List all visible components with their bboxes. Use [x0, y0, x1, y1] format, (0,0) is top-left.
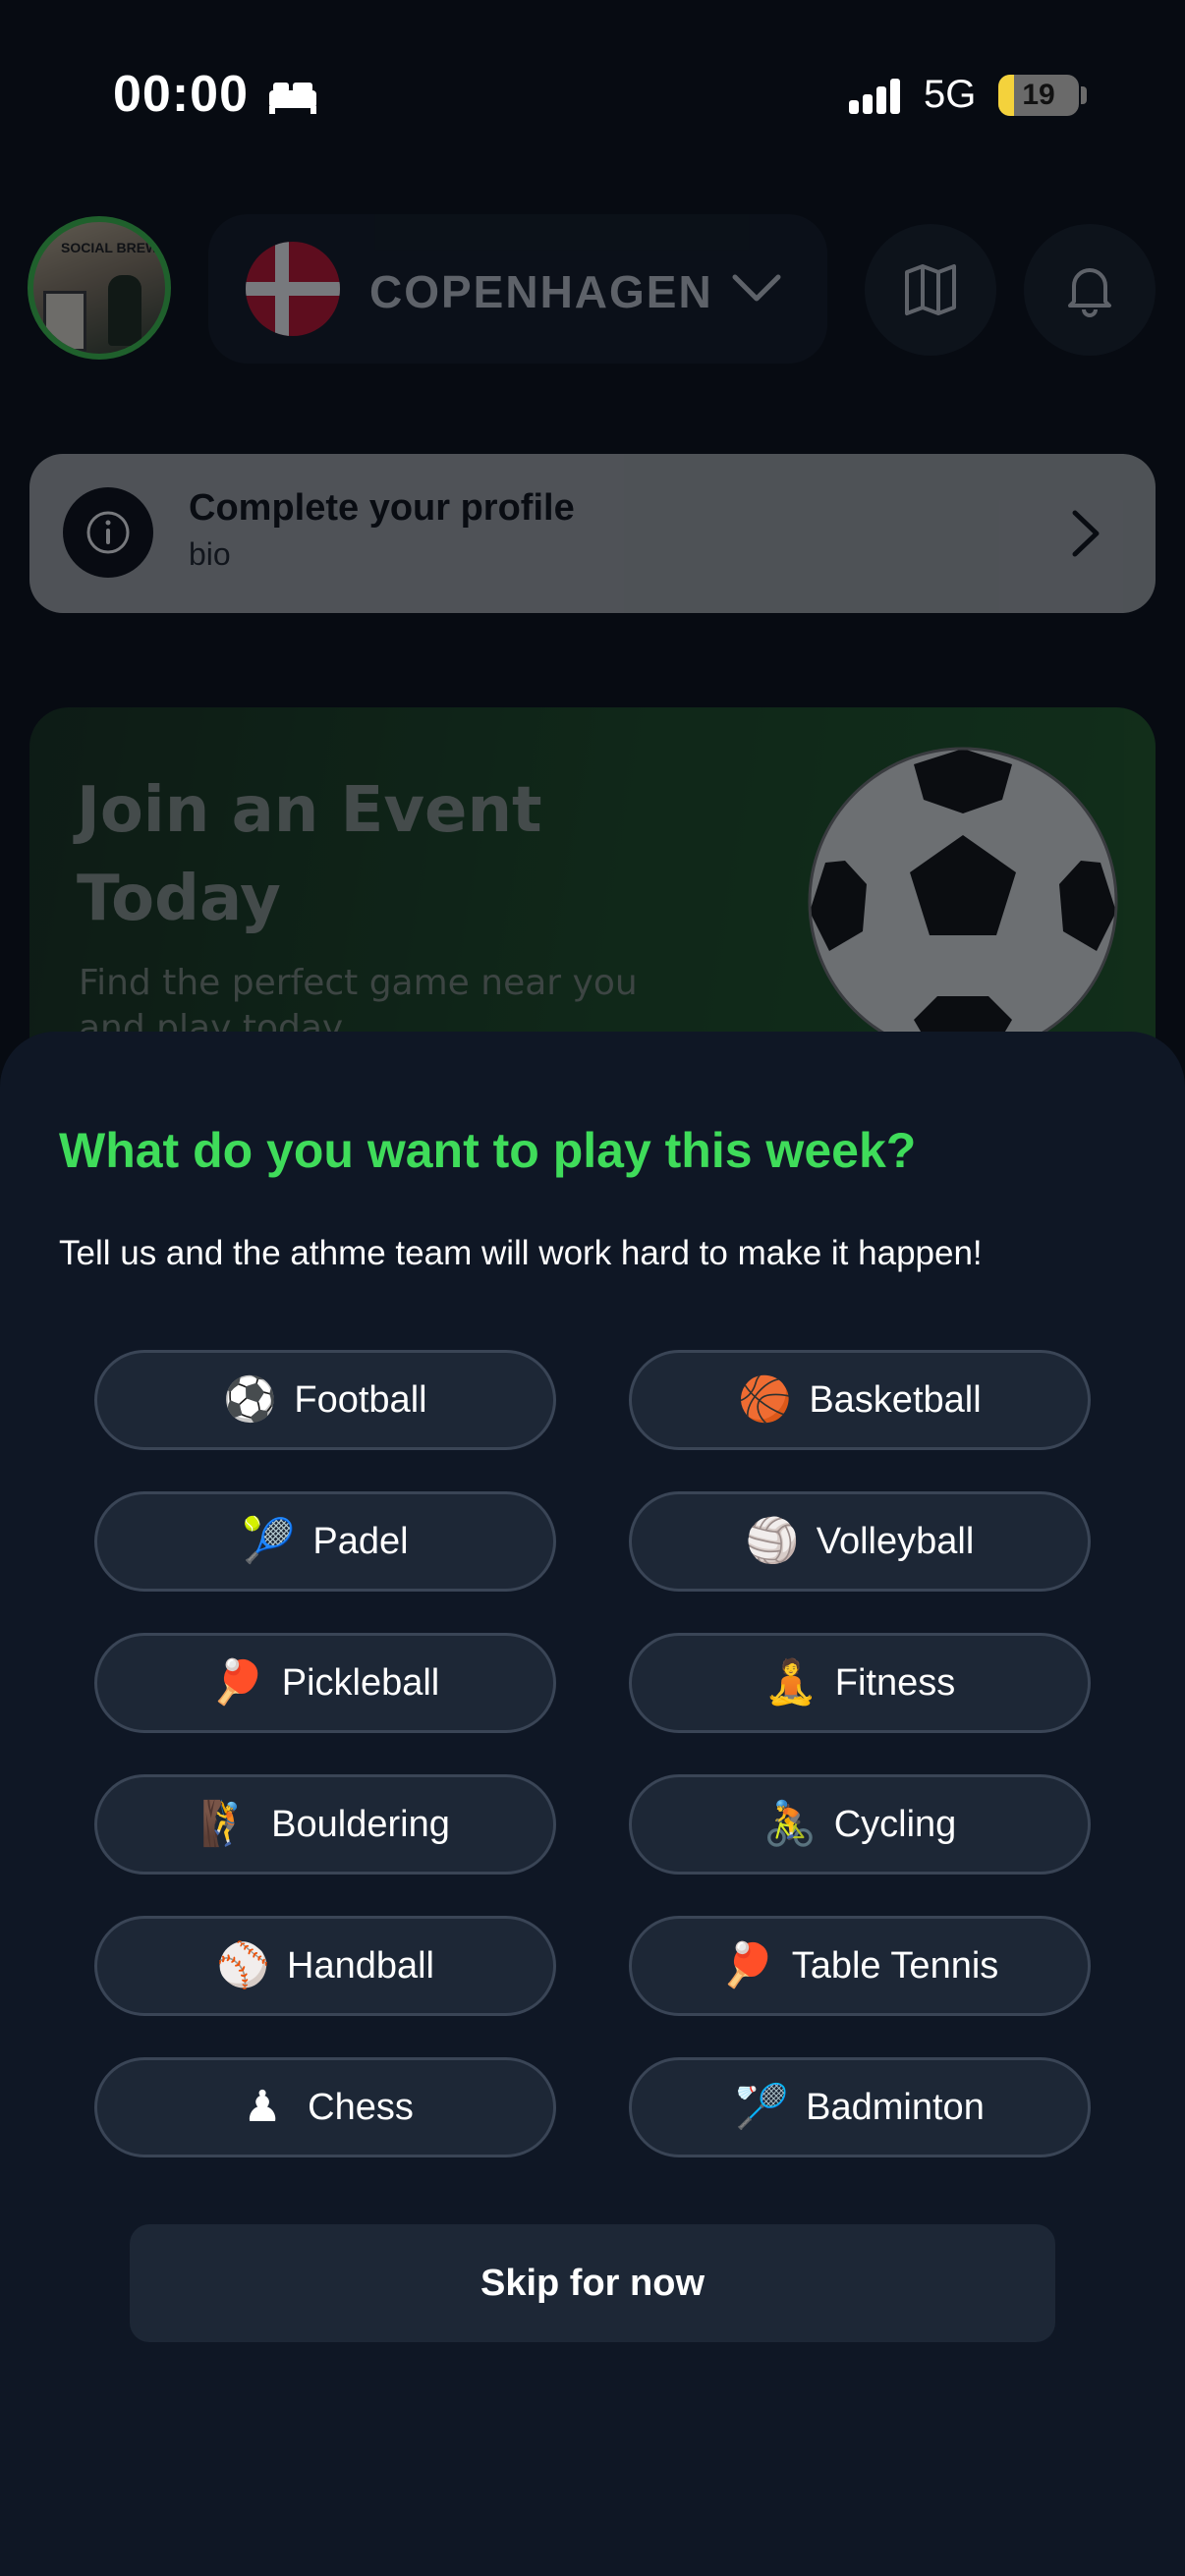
football-icon: ⚽: [223, 1374, 278, 1425]
status-bar: 00:00 5G 19: [0, 0, 1185, 196]
sport-label: Basketball: [809, 1378, 982, 1421]
sport-label: Badminton: [806, 2086, 985, 2128]
sport-option-bouldering[interactable]: 🧗 Bouldering: [94, 1774, 556, 1875]
sport-label: Padel: [312, 1520, 409, 1562]
handball-icon: ⚾: [216, 1940, 270, 1990]
profile-prompt-subtitle: bio: [189, 536, 231, 572]
profile-prompt-title: Complete your profile: [189, 487, 575, 529]
sport-preference-sheet: What do you want to play this week? Tell…: [0, 1032, 1185, 2576]
sport-label: Bouldering: [271, 1803, 450, 1845]
sport-option-cycling[interactable]: 🚴 Cycling: [629, 1774, 1091, 1875]
map-button[interactable]: [865, 224, 996, 356]
event-banner-title: Join an Event Today: [77, 774, 542, 935]
sport-label: Handball: [287, 1944, 434, 1987]
sport-label: Table Tennis: [791, 1944, 999, 1987]
sport-option-basketball[interactable]: 🏀 Basketball: [629, 1350, 1091, 1450]
avatar[interactable]: SOCIAL BREW: [28, 216, 171, 360]
battery-cap: [1081, 86, 1087, 104]
sheet-title: What do you want to play this week?: [59, 1123, 917, 1178]
status-time: 00:00: [113, 66, 249, 123]
sheet-subtitle: Tell us and the athme team will work har…: [59, 1234, 983, 1272]
sport-option-volleyball[interactable]: 🏐 Volleyball: [629, 1491, 1091, 1592]
city-name: COPENHAGEN: [369, 266, 713, 317]
pickleball-icon: 🏓: [210, 1657, 265, 1708]
sport-option-table-tennis[interactable]: 🏓 Table Tennis: [629, 1916, 1091, 2016]
volleyball-icon: 🏐: [745, 1516, 800, 1566]
sport-label: Chess: [308, 2086, 414, 2128]
sport-option-badminton[interactable]: 🏸 Badminton: [629, 2057, 1091, 2157]
bed-icon: [269, 83, 316, 114]
bouldering-icon: 🧗: [200, 1799, 254, 1849]
sport-label: Volleyball: [816, 1520, 975, 1562]
chess-icon: ♟: [243, 2082, 282, 2132]
chevron-down-icon[interactable]: [729, 267, 784, 310]
sport-label: Pickleball: [281, 1661, 440, 1704]
avatar-sign-text: SOCIAL BREW: [61, 240, 159, 255]
sport-label: Cycling: [833, 1803, 957, 1845]
denmark-flag-icon: [246, 242, 340, 336]
notifications-button[interactable]: [1024, 224, 1156, 356]
sport-option-pickleball[interactable]: 🏓 Pickleball: [94, 1633, 556, 1733]
screen: 00:00 5G 19 SOCIAL BREW COPENHAGEN Compl…: [0, 0, 1185, 2576]
cycling-icon: 🚴: [762, 1799, 818, 1849]
fitness-icon: 🧘: [763, 1657, 818, 1708]
bell-icon: [1068, 268, 1111, 317]
chevron-right-icon: [1072, 510, 1100, 557]
soccer-ball-icon: [808, 747, 1118, 1057]
avatar-person: [108, 275, 141, 346]
signal-icon: [849, 79, 900, 114]
sport-option-chess[interactable]: ♟ Chess: [94, 2057, 556, 2157]
badminton-icon: 🏸: [735, 2082, 789, 2132]
battery-level: 19: [1022, 79, 1055, 111]
sport-option-handball[interactable]: ⚾ Handball: [94, 1916, 556, 2016]
sport-option-football[interactable]: ⚽ Football: [94, 1350, 556, 1450]
padel-racket-icon: 🎾: [242, 1516, 297, 1566]
basketball-icon: 🏀: [738, 1374, 793, 1425]
table-tennis-icon: 🏓: [720, 1940, 775, 1990]
sport-label: Fitness: [834, 1661, 956, 1704]
sport-label: Football: [294, 1378, 427, 1421]
map-icon: [905, 264, 956, 315]
avatar-door: [43, 291, 86, 352]
sport-option-fitness[interactable]: 🧘 Fitness: [629, 1633, 1091, 1733]
network-type: 5G: [924, 73, 977, 116]
sport-option-padel[interactable]: 🎾 Padel: [94, 1491, 556, 1592]
skip-button-label: Skip for now: [480, 2262, 705, 2304]
complete-profile-card[interactable]: Complete your profile bio: [29, 454, 1156, 613]
info-icon: [63, 487, 153, 578]
skip-button[interactable]: Skip for now: [130, 2224, 1055, 2342]
battery-indicator: 19: [998, 75, 1079, 116]
